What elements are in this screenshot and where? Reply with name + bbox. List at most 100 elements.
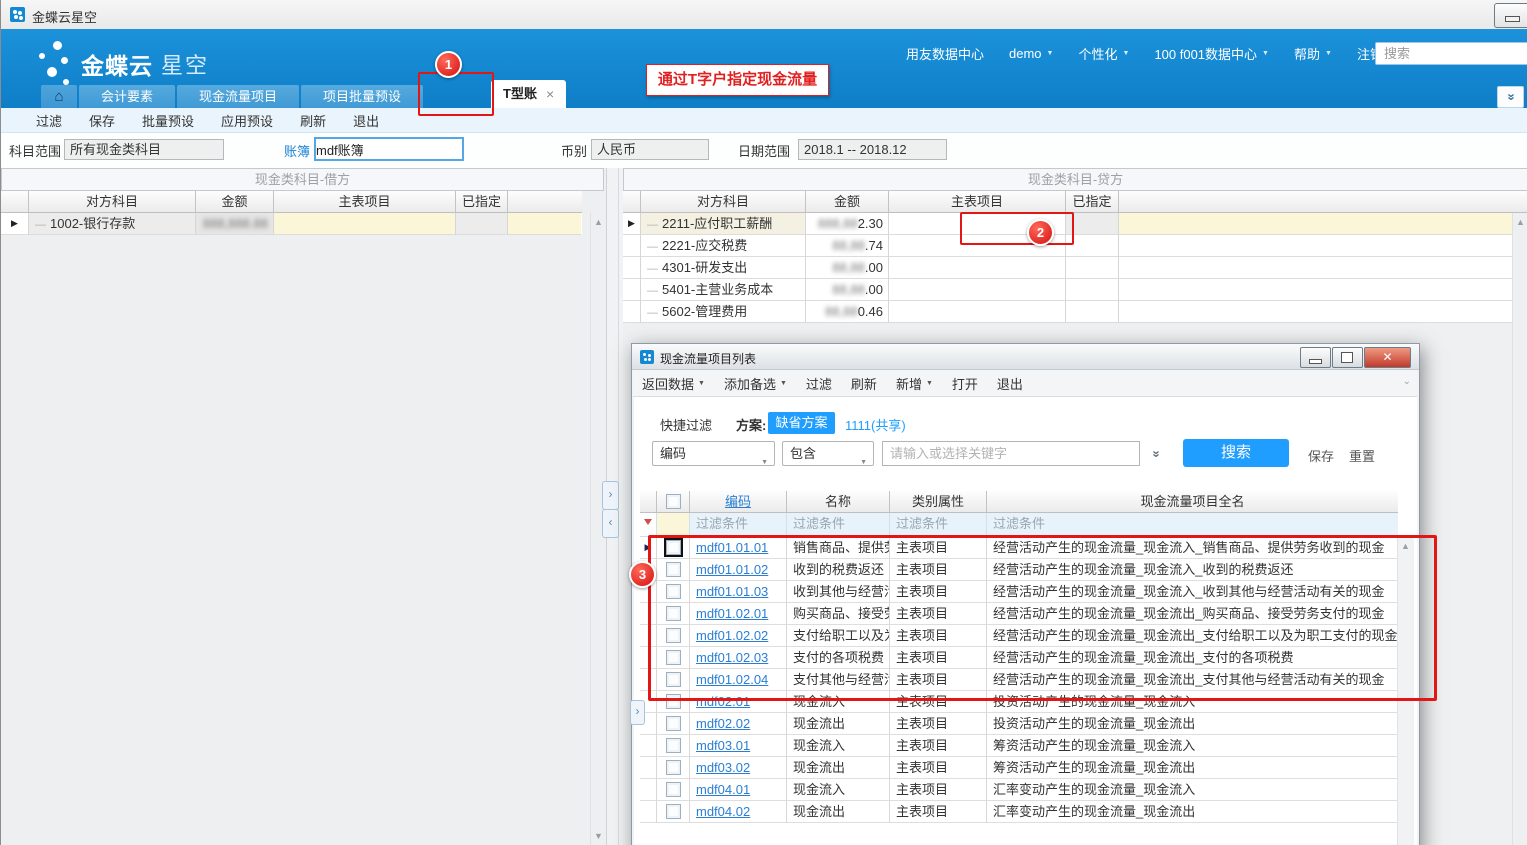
toolbar-more-icon[interactable]: ⌄: [1403, 376, 1411, 387]
item-code-link[interactable]: mdf03.01: [696, 738, 750, 753]
minimize-button[interactable]: [1494, 3, 1527, 28]
filter-field-select[interactable]: 编码 ▼: [652, 441, 775, 466]
cash-flow-item-row[interactable]: ▶ mdf02.02 现金流出 主表项目 投资活动产生的现金流量_现金流出: [640, 713, 1398, 735]
filter-operator-select[interactable]: 包含 ▼: [782, 441, 874, 466]
tab-home[interactable]: ⌂: [41, 85, 77, 108]
filter-cell-category[interactable]: 过滤条件: [890, 513, 987, 536]
extra-cell[interactable]: [1119, 213, 1527, 235]
dialog-toolbar-item[interactable]: 添加备选 ▼: [724, 374, 787, 393]
reset-link[interactable]: 重置: [1349, 446, 1375, 465]
tab-item[interactable]: 会计要素: [79, 85, 175, 108]
credit-table-row[interactable]: ▶ —2221-应交税费 88,88.74: [623, 235, 1527, 257]
collapse-left-button[interactable]: ‹: [602, 509, 619, 538]
main-item-cell[interactable]: [889, 257, 1066, 279]
tab-close-icon[interactable]: ×: [546, 80, 554, 108]
filter-cell-full-name[interactable]: 过滤条件: [987, 513, 1398, 536]
annotation-badge-3: 3: [629, 561, 656, 588]
dialog-minimize-button[interactable]: [1300, 347, 1331, 368]
main-item-cell[interactable]: [889, 279, 1066, 301]
scroll-down-icon[interactable]: ▼: [593, 831, 604, 841]
row-checkbox[interactable]: [666, 760, 681, 775]
currency-field[interactable]: 人民币: [591, 139, 709, 160]
debit-table-row[interactable]: ▶ —1002-银行存款 888,888.88: [1, 213, 582, 235]
assigned-cell: [1066, 279, 1119, 301]
filter-cell-checkbox[interactable]: [657, 513, 690, 536]
expand-right-button[interactable]: ›: [602, 481, 619, 510]
extra-cell[interactable]: [1119, 235, 1527, 257]
row-checkbox[interactable]: [666, 804, 681, 819]
dialog-toolbar-item[interactable]: 刷新 ▼: [851, 374, 877, 393]
item-code-link[interactable]: mdf03.02: [696, 760, 750, 775]
dialog-table-header: 编码 名称 类别属性 现金流量项目全名: [640, 491, 1398, 513]
row-checkbox[interactable]: [666, 782, 681, 797]
dialog-toolbar-item[interactable]: 返回数据 ▼: [642, 374, 705, 393]
tab-item[interactable]: 现金流量项目: [177, 85, 299, 108]
select-all-checkbox[interactable]: [666, 494, 681, 509]
cash-flow-item-row[interactable]: ▶ mdf03.01 现金流入 主表项目 筹资活动产生的现金流量_现金流入: [640, 735, 1398, 757]
scroll-up-icon[interactable]: ▲: [593, 217, 604, 227]
column-header-code[interactable]: 编码: [690, 491, 787, 512]
dialog-toolbar-item[interactable]: 打开 ▼: [952, 374, 978, 393]
extra-cell[interactable]: [1119, 279, 1527, 301]
extra-cell[interactable]: [1119, 301, 1527, 323]
dialog-toolbar-item[interactable]: 新增 ▼: [896, 374, 933, 393]
dialog-titlebar[interactable]: 现金流量项目列表 ✕: [632, 344, 1419, 370]
expand-filter-button[interactable]: «: [1152, 444, 1159, 464]
item-code-link[interactable]: mdf04.01: [696, 782, 750, 797]
tab-item[interactable]: 项目批量预设: [301, 85, 423, 108]
row-checkbox[interactable]: [666, 738, 681, 753]
toolbar-item[interactable]: 过滤: [36, 111, 62, 130]
extra-cell[interactable]: [508, 213, 581, 235]
credit-table-row[interactable]: ▶ —2211-应付职工薪酬 888,882.30: [623, 213, 1527, 235]
account-book-input[interactable]: [316, 139, 462, 159]
header-menu-item[interactable]: 用友数据中心 ▼: [906, 44, 984, 63]
cash-flow-item-row[interactable]: ▶ mdf03.02 现金流出 主表项目 筹资活动产生的现金流量_现金流出: [640, 757, 1398, 779]
date-range-field[interactable]: 2018.1 -- 2018.12: [798, 139, 947, 160]
annotation-box-2: [960, 212, 1074, 245]
tab-t-account-active[interactable]: T型账 ×: [491, 80, 566, 108]
current-row-arrow-icon: ▶: [628, 218, 635, 228]
assigned-cell: [1066, 301, 1119, 323]
credit-table-row[interactable]: ▶ —4301-研发支出 88,88.00: [623, 257, 1527, 279]
dialog-close-button[interactable]: ✕: [1364, 347, 1411, 368]
header-menu-item[interactable]: 个性化 ▼: [1078, 44, 1129, 63]
dialog-toolbar-item[interactable]: 过滤 ▼: [806, 374, 832, 393]
app-icon: [10, 7, 25, 22]
item-code-link[interactable]: mdf04.02: [696, 804, 750, 819]
global-search-input[interactable]: [1376, 43, 1527, 64]
header-menu-item[interactable]: 帮助 ▼: [1294, 44, 1332, 63]
main-item-cell[interactable]: [889, 301, 1066, 323]
toolbar-item[interactable]: 应用预设: [221, 111, 273, 130]
annotation-badge-2: 2: [1027, 219, 1054, 246]
account-book-label[interactable]: 账簿: [284, 141, 310, 160]
extra-cell[interactable]: [1119, 257, 1527, 279]
cash-flow-item-row[interactable]: ▶ mdf04.01 现金流入 主表项目 汇率变动产生的现金流量_现金流入: [640, 779, 1398, 801]
header-menu-item[interactable]: demo ▼: [1009, 46, 1053, 61]
filter-cell-name[interactable]: 过滤条件: [787, 513, 890, 536]
default-scheme-button[interactable]: 缺省方案: [768, 412, 835, 434]
item-code-link[interactable]: mdf02.02: [696, 716, 750, 731]
shared-scheme-link[interactable]: 1111(共享): [845, 415, 906, 434]
toolbar-item[interactable]: 批量预设: [142, 111, 194, 130]
dialog-maximize-button[interactable]: [1332, 347, 1363, 368]
keyword-input[interactable]: [883, 442, 1139, 465]
toolbar-item[interactable]: 退出: [353, 111, 379, 130]
scroll-up-icon[interactable]: ▲: [1515, 217, 1526, 227]
search-button[interactable]: 搜索: [1183, 439, 1289, 467]
save-link[interactable]: 保存: [1308, 446, 1334, 465]
main-item-cell[interactable]: [274, 213, 456, 235]
header-menu-item[interactable]: 100 f001数据中心 ▼: [1154, 44, 1269, 63]
subject-range-field[interactable]: 所有现金类科目: [64, 139, 224, 160]
annotation-box-1: [418, 72, 494, 116]
filter-cell-code[interactable]: 过滤条件: [690, 513, 787, 536]
credit-table-row[interactable]: ▶ —5602-管理费用 88,880.46: [623, 301, 1527, 323]
credit-table-row[interactable]: ▶ —5401-主营业务成本 88,88.00: [623, 279, 1527, 301]
credit-scrollbar[interactable]: ▲: [1512, 213, 1527, 845]
expand-panel-button[interactable]: ›: [630, 700, 645, 725]
toolbar-item[interactable]: 刷新: [300, 111, 326, 130]
collapse-tabs-button[interactable]: «: [1497, 86, 1524, 108]
toolbar-item[interactable]: 保存: [89, 111, 115, 130]
dialog-toolbar-item[interactable]: 退出 ▼: [997, 374, 1023, 393]
row-checkbox[interactable]: [666, 716, 681, 731]
cash-flow-item-row[interactable]: ▶ mdf04.02 现金流出 主表项目 汇率变动产生的现金流量_现金流出: [640, 801, 1398, 823]
